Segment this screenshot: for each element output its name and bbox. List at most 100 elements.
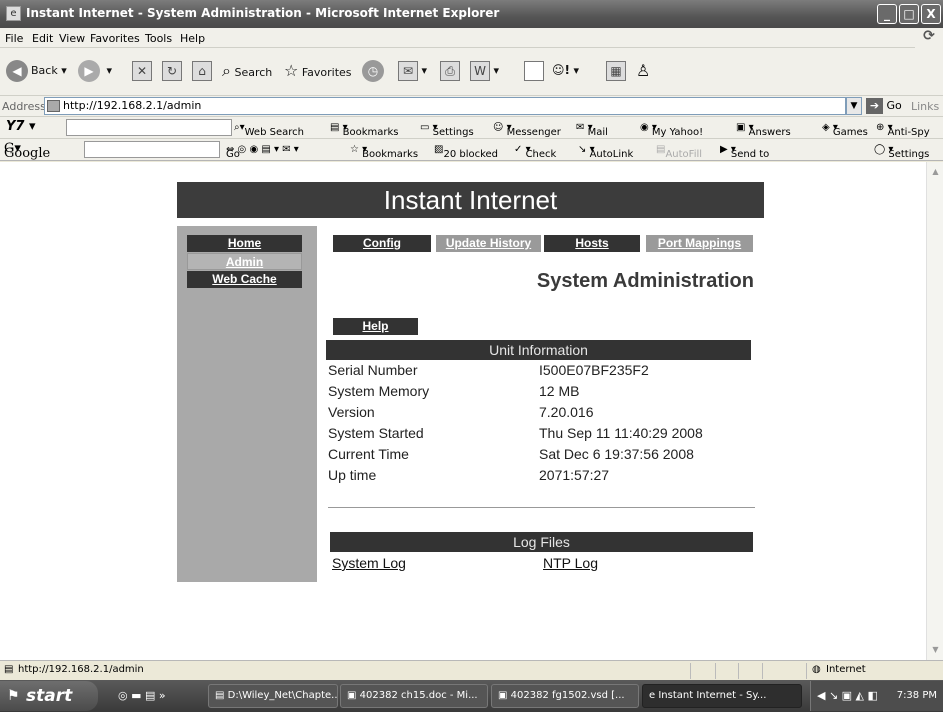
yahoo-messenger-button[interactable]: ☺! ▾ bbox=[552, 58, 579, 84]
help-button[interactable]: Help bbox=[333, 318, 418, 335]
tab-hosts[interactable]: Hosts bbox=[544, 235, 640, 252]
google-bookmarks[interactable]: ☆ Bookmarks ▾ bbox=[350, 144, 418, 160]
history-button[interactable]: ◷ bbox=[362, 58, 387, 84]
forward-arrow-icon: ▶ bbox=[78, 60, 100, 82]
yahoo-search-input[interactable] bbox=[66, 119, 232, 136]
research-button[interactable]: ▦ bbox=[606, 58, 626, 84]
taskbar-item-ie[interactable]: e Instant Internet - Sy... bbox=[642, 684, 802, 708]
google-autofill[interactable]: ▤ AutoFill bbox=[656, 144, 702, 160]
stop-button[interactable]: ✕ bbox=[132, 58, 152, 84]
back-arrow-icon: ◀ bbox=[6, 60, 28, 82]
start-button[interactable]: ⚑ start bbox=[0, 681, 98, 711]
nav-web-cache[interactable]: Web Cache bbox=[187, 271, 302, 288]
favorites-button[interactable]: ☆ Favorites bbox=[284, 58, 352, 84]
menu-file[interactable]: File bbox=[5, 32, 23, 45]
google-search-input[interactable] bbox=[84, 141, 220, 158]
menu-help[interactable]: Help bbox=[180, 32, 205, 45]
clock[interactable]: 7:38 PM bbox=[897, 690, 937, 701]
main-content: Config Update History Hosts Port Mapping… bbox=[317, 226, 764, 582]
tray-icons[interactable]: ◀ ↘ ▣ ◭ ◧ bbox=[817, 689, 878, 702]
ntp-log-link[interactable]: NTP Log bbox=[543, 555, 598, 571]
sidebar-nav: Home Admin Web Cache bbox=[177, 226, 317, 582]
status-divider bbox=[715, 663, 716, 679]
go-button[interactable]: ➔ Go bbox=[866, 98, 902, 114]
go-arrow-icon: ➔ bbox=[866, 98, 883, 114]
address-dropdown-button[interactable]: ▼ bbox=[846, 97, 862, 115]
edit-button[interactable]: W ▾ bbox=[470, 58, 499, 84]
discuss-button[interactable] bbox=[524, 58, 544, 84]
title-bar[interactable]: e Instant Internet - System Administrati… bbox=[0, 0, 943, 28]
status-divider bbox=[738, 663, 739, 679]
google-autolink[interactable]: ↘ AutoLink ▾ bbox=[578, 144, 633, 160]
menu-view[interactable]: View bbox=[59, 32, 85, 45]
nav-admin[interactable]: Admin bbox=[187, 253, 302, 270]
forward-button[interactable]: ▶ ▾ bbox=[78, 58, 112, 84]
log-files-heading: Log Files bbox=[330, 532, 753, 552]
menu-bar: File Edit View Favorites Tools Help bbox=[0, 28, 943, 48]
info-label: Serial Number bbox=[328, 362, 418, 378]
status-divider bbox=[690, 663, 691, 679]
info-label: Version bbox=[328, 404, 375, 420]
yahoo-web-search-button[interactable]: ⌕▾ Web Search bbox=[234, 122, 304, 138]
taskbar-item-word[interactable]: ▣ 402382 ch15.doc - Mi... bbox=[340, 684, 488, 708]
yahoo-games[interactable]: ◈ Games ▾ bbox=[822, 122, 868, 138]
search-button[interactable]: ⌕ Search bbox=[222, 58, 272, 84]
internet-zone-icon: ◍ bbox=[812, 664, 821, 675]
taskbar-item-visio[interactable]: ▣ 402382 fg1502.vsd [... bbox=[491, 684, 639, 708]
section-divider bbox=[328, 507, 755, 508]
google-go-button[interactable]: Go ⇔ ◎ ◉ ▤ ▾ ✉ ▾ bbox=[226, 144, 299, 160]
minimize-button[interactable]: _ bbox=[877, 4, 897, 24]
google-send-to[interactable]: ▶ Send to ▾ bbox=[720, 144, 769, 160]
windows-logo-icon: ⟳ bbox=[915, 28, 943, 48]
google-settings[interactable]: ◯ Settings ▾ bbox=[874, 144, 929, 160]
status-divider bbox=[762, 663, 763, 679]
user-button[interactable]: ♙ bbox=[636, 58, 650, 84]
address-input[interactable]: http://192.168.2.1/admin bbox=[44, 97, 846, 115]
yahoo-my-yahoo[interactable]: ◉ My Yahoo! ▾ bbox=[640, 122, 703, 138]
menu-tools[interactable]: Tools bbox=[145, 32, 172, 45]
yahoo-messenger[interactable]: ☺ Messenger ▾ bbox=[493, 122, 561, 138]
yahoo-mail[interactable]: ✉ Mail ▾ bbox=[576, 122, 608, 138]
security-zone: Internet bbox=[826, 664, 866, 675]
yahoo-logo-icon[interactable]: Y7 ▾ bbox=[6, 119, 36, 134]
mail-button[interactable]: ✉ ▾ bbox=[398, 58, 427, 84]
google-popup-blocker[interactable]: ▨ 20 blocked bbox=[434, 144, 498, 160]
info-label: System Started bbox=[328, 425, 424, 441]
vertical-scrollbar[interactable]: ▲ ▼ bbox=[926, 162, 943, 660]
google-spell-check[interactable]: ✓ Check ▾ bbox=[514, 144, 556, 160]
scroll-up-icon[interactable]: ▲ bbox=[928, 164, 943, 179]
search-icon: ⌕ bbox=[222, 61, 231, 80]
menu-edit[interactable]: Edit bbox=[32, 32, 53, 45]
yahoo-settings[interactable]: ▭ Settings ▾ bbox=[420, 122, 474, 138]
home-icon: ⌂ bbox=[192, 61, 212, 81]
mail-icon: ✉ bbox=[398, 61, 418, 81]
tab-update-history[interactable]: Update History bbox=[436, 235, 541, 252]
close-button[interactable]: X bbox=[921, 4, 941, 24]
home-button[interactable]: ⌂ bbox=[192, 58, 212, 84]
yahoo-anti-spy[interactable]: ⊕ Anti-Spy ▾ bbox=[876, 122, 930, 138]
refresh-button[interactable]: ↻ bbox=[162, 58, 182, 84]
back-button[interactable]: ◀ Back ▾ bbox=[6, 58, 67, 84]
google-logo[interactable]: Google G▾ bbox=[4, 141, 50, 161]
quick-launch-icons[interactable]: ◎ ▬ ▤ » bbox=[118, 689, 166, 702]
scroll-down-icon[interactable]: ▼ bbox=[928, 642, 943, 657]
tab-port-mappings[interactable]: Port Mappings bbox=[646, 235, 753, 252]
yahoo-bookmarks[interactable]: ▤ Bookmarks ▾ bbox=[330, 122, 399, 138]
stop-icon: ✕ bbox=[132, 61, 152, 81]
maximize-button[interactable]: □ bbox=[899, 4, 919, 24]
print-icon: ⎙ bbox=[440, 61, 460, 81]
menu-favorites[interactable]: Favorites bbox=[90, 32, 140, 45]
print-button[interactable]: ⎙ bbox=[440, 58, 460, 84]
info-value: 12 MB bbox=[539, 383, 580, 399]
status-bar: ▤ http://192.168.2.1/admin ◍ Internet bbox=[0, 660, 943, 680]
taskbar-item-folder[interactable]: ▤ D:\Wiley_Net\Chapte... bbox=[208, 684, 338, 708]
tab-config[interactable]: Config bbox=[333, 235, 431, 252]
info-value: 7.20.016 bbox=[539, 404, 594, 420]
address-url: http://192.168.2.1/admin bbox=[63, 99, 202, 112]
links-button[interactable]: Links bbox=[911, 100, 939, 113]
address-bar: Address http://192.168.2.1/admin ▼ ➔ Go … bbox=[0, 96, 943, 117]
yahoo-answers[interactable]: ▣ Answers ▾ bbox=[736, 122, 791, 138]
page-icon bbox=[47, 100, 60, 112]
nav-home[interactable]: Home bbox=[187, 235, 302, 252]
system-log-link[interactable]: System Log bbox=[332, 555, 406, 571]
